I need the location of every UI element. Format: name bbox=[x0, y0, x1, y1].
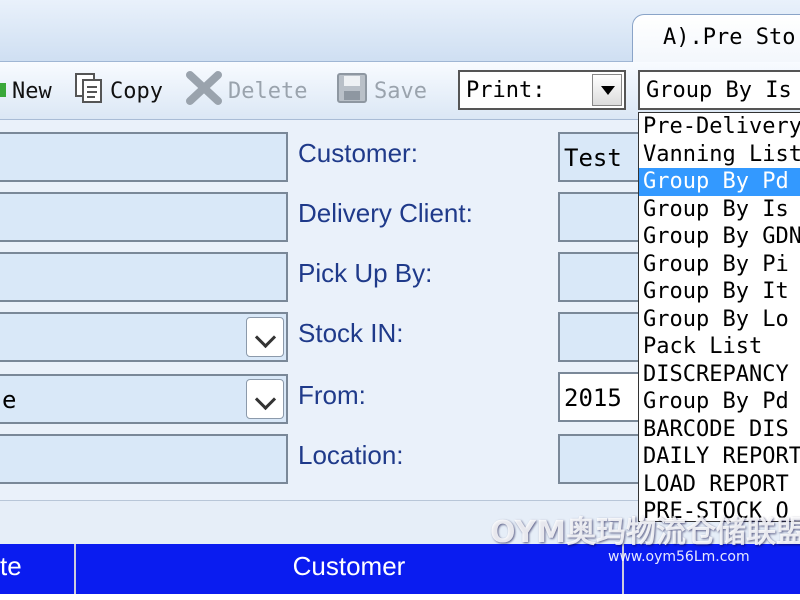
location-label: Location: bbox=[298, 440, 404, 470]
grid-body bbox=[0, 594, 800, 600]
dropdown-option[interactable]: Pre-Delivery bbox=[639, 113, 800, 141]
column-header-extra[interactable] bbox=[624, 544, 800, 594]
delivery-client-field[interactable] bbox=[558, 192, 648, 242]
dropdown-option[interactable]: LOAD REPORT bbox=[639, 471, 800, 499]
copy-button[interactable]: Copy bbox=[74, 72, 163, 110]
copy-icon bbox=[74, 72, 104, 110]
left-combo-2[interactable]: e bbox=[0, 374, 288, 424]
customer-field-value: Test bbox=[564, 144, 622, 172]
delete-icon bbox=[186, 71, 222, 111]
stock-in-field[interactable] bbox=[558, 312, 648, 362]
copy-label: Copy bbox=[110, 78, 163, 104]
dropdown-option[interactable]: BARCODE DIS bbox=[639, 416, 800, 444]
dropdown-option[interactable]: Group By Lo bbox=[639, 306, 800, 334]
tab-title: A).Pre Sto bbox=[663, 25, 796, 50]
new-icon bbox=[0, 79, 6, 104]
left-field-3[interactable] bbox=[0, 252, 288, 302]
customer-label: Customer: bbox=[298, 138, 418, 168]
delivery-client-label: Delivery Client: bbox=[298, 198, 473, 228]
customer-field[interactable]: Test bbox=[558, 132, 648, 182]
column-header-customer[interactable]: Customer bbox=[76, 544, 624, 594]
dropdown-option[interactable]: Group By Pd bbox=[639, 388, 800, 416]
from-label: From: bbox=[298, 380, 366, 410]
dropdown-option[interactable]: Group By Pd bbox=[639, 168, 800, 196]
save-button[interactable]: Save bbox=[336, 72, 427, 110]
chevron-down-icon[interactable] bbox=[246, 379, 284, 419]
from-date-value: 2015 bbox=[564, 384, 622, 412]
report-type-select[interactable]: Group By Is bbox=[638, 70, 800, 110]
dropdown-option[interactable]: DAILY REPORT bbox=[639, 443, 800, 471]
report-type-dropdown-list: Pre-Delivery Vanning List Group By Pd Group… bbox=[638, 112, 800, 522]
chevron-down-icon[interactable] bbox=[246, 317, 284, 357]
location-field[interactable] bbox=[558, 434, 648, 484]
dropdown-option[interactable]: Group By It bbox=[639, 278, 800, 306]
left-field-2[interactable] bbox=[0, 192, 288, 242]
dropdown-option[interactable]: Vanning List bbox=[639, 141, 800, 169]
dropdown-option[interactable]: Group By Pi bbox=[639, 251, 800, 279]
new-button[interactable]: New bbox=[0, 72, 52, 110]
print-select[interactable]: Print: bbox=[458, 70, 626, 110]
new-label: New bbox=[12, 78, 52, 104]
dropdown-option[interactable]: Pack List bbox=[639, 333, 800, 361]
report-type-select-value: Group By Is bbox=[646, 78, 792, 103]
dropdown-option[interactable]: Group By Is bbox=[639, 196, 800, 224]
pick-up-by-label: Pick Up By: bbox=[298, 258, 433, 288]
delete-label: Delete bbox=[228, 78, 308, 104]
pick-up-by-field[interactable] bbox=[558, 252, 648, 302]
dropdown-option[interactable]: PRE-STOCK O bbox=[639, 498, 800, 521]
from-date-field[interactable]: 2015 bbox=[558, 372, 648, 422]
tab-pre-stock[interactable]: A).Pre Sto bbox=[632, 14, 800, 62]
stock-in-label: Stock IN: bbox=[298, 318, 404, 348]
left-field-6[interactable] bbox=[0, 434, 288, 484]
left-combo-1[interactable] bbox=[0, 312, 288, 362]
delete-button[interactable]: Delete bbox=[186, 71, 308, 111]
tab-strip: A).Pre Sto bbox=[0, 0, 800, 62]
column-header-date[interactable]: te bbox=[0, 544, 76, 594]
dropdown-option[interactable]: Group By GDN bbox=[639, 223, 800, 251]
dropdown-option[interactable]: DISCREPANCY bbox=[639, 361, 800, 389]
print-select-value: Print: bbox=[466, 78, 546, 103]
save-icon bbox=[336, 72, 368, 110]
dropdown-arrow-icon[interactable] bbox=[592, 74, 622, 106]
left-combo-2-value: e bbox=[2, 386, 17, 414]
left-field-1[interactable] bbox=[0, 132, 288, 182]
grid-header: te Customer bbox=[0, 544, 800, 594]
save-label: Save bbox=[374, 78, 427, 104]
